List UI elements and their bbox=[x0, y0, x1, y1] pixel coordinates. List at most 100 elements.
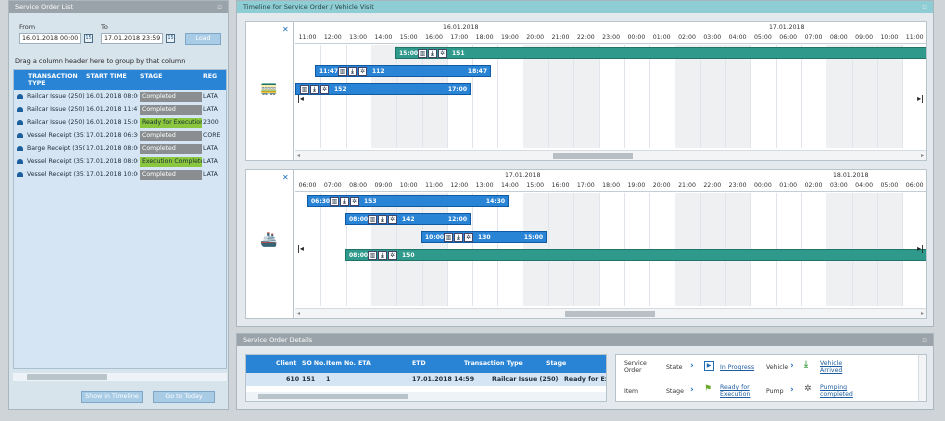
pump-icon: ✲ bbox=[388, 251, 397, 260]
nav-end-icon[interactable]: ▸| bbox=[917, 94, 924, 103]
stage-value[interactable]: Ready for Execution bbox=[720, 384, 754, 398]
pin-icon[interactable]: ▫ bbox=[922, 1, 927, 13]
reg-cell: LATA bbox=[203, 106, 218, 113]
column-header-transaction-type[interactable]: TRANSACTION TYPE bbox=[28, 70, 80, 90]
load-button[interactable]: Load bbox=[185, 33, 221, 45]
timeline-scrollbar[interactable]: ◂ ▸ bbox=[295, 150, 926, 160]
hour-header: 06:00 07:00 08:00 09:00 10:00 11:00 12:00 13:00… bbox=[295, 182, 926, 192]
hour-label: 01:00 bbox=[779, 182, 798, 189]
from-date-input[interactable]: 16.01.2018 00:00 bbox=[19, 33, 81, 44]
details-header: Service Order Details ▫ bbox=[237, 334, 933, 346]
bar-start-time: 11:47 bbox=[319, 68, 339, 75]
service-order-bar[interactable]: 15:00 ▥ ⤓ ✲ 151 bbox=[395, 47, 926, 59]
table-row[interactable]: Vessel Receipt (351) 17.01.2018 06:30 Comp… bbox=[14, 130, 226, 142]
grid-horizontal-scrollbar[interactable] bbox=[13, 373, 227, 381]
service-order-bar[interactable]: 08:00 ▥ ⤓ ✲ 142 12:00 bbox=[345, 213, 471, 225]
calendar-icon[interactable]: 15 bbox=[166, 34, 175, 43]
to-date-input[interactable]: 17.01.2018 23:59 bbox=[101, 33, 163, 44]
pump-value[interactable]: Pumping completed bbox=[820, 384, 856, 398]
hour-label: 09:00 bbox=[374, 182, 393, 189]
hour-label: 07:00 bbox=[804, 34, 823, 41]
close-icon[interactable]: ✕ bbox=[282, 25, 289, 34]
service-order-bar[interactable]: ▥ ⤓ ✲ 152 17:00 bbox=[295, 83, 471, 95]
transaction-type-cell: Vessel Receipt (351) bbox=[27, 171, 85, 178]
nav-end-icon[interactable]: ▸| bbox=[917, 244, 924, 253]
state-label: State bbox=[666, 364, 683, 371]
barcode-icon: ▥ bbox=[444, 233, 453, 242]
table-row[interactable]: 610 151 1 17.01.2018 14:59 Railcar Issue… bbox=[246, 373, 606, 386]
bar-end-time: 18:47 bbox=[467, 68, 487, 75]
details-horizontal-scrollbar[interactable] bbox=[246, 392, 606, 401]
transaction-type-cell: Vessel Receipt (351) bbox=[27, 132, 85, 139]
start-time-cell: 17.01.2018 10:00 bbox=[86, 171, 138, 178]
column-header-etd[interactable]: ETD bbox=[412, 355, 426, 373]
vehicle-value[interactable]: Vehicle Arrived bbox=[820, 360, 850, 374]
service-order-bar[interactable]: 06:30 ▥ ⤓ ✲ 153 14:30 bbox=[307, 195, 509, 207]
service-order-bar[interactable]: 10:00 ▥ ⤓ ✲ 130 15:00 bbox=[421, 231, 547, 243]
table-row[interactable]: Vessel Receipt (351) 17.01.2018 08:00 Exec… bbox=[14, 156, 226, 168]
timeline-grid: 15:00 ▥ ⤓ ✲ 151 11:47 ▥ ⤓ ✲ 112 18:47 ▥ ⤓ ✲ 152 17:00 bbox=[295, 45, 926, 148]
hour-label: 10:00 bbox=[399, 182, 418, 189]
hour-label: 20:00 bbox=[652, 182, 671, 189]
flow-vertical-scrollbar[interactable] bbox=[918, 355, 926, 401]
nav-start-icon[interactable]: |◂ bbox=[297, 244, 304, 253]
go-to-today-button[interactable]: Go to Today bbox=[153, 391, 215, 403]
timeline-panel: Timeline for Service Order / Vehicle Vis… bbox=[236, 0, 934, 327]
hour-label: 14:00 bbox=[500, 182, 519, 189]
start-time-cell: 16.01.2018 11:47 bbox=[86, 106, 138, 113]
hour-label: 22:00 bbox=[576, 34, 595, 41]
pump-icon: ✲ bbox=[358, 67, 367, 76]
start-time-cell: 17.01.2018 08:00 bbox=[86, 158, 138, 165]
close-icon[interactable]: ✕ bbox=[282, 173, 289, 182]
nav-start-icon[interactable]: |◂ bbox=[297, 94, 304, 103]
pin-icon[interactable]: ▫ bbox=[922, 334, 927, 346]
column-header-so-no[interactable]: SO No. bbox=[302, 355, 326, 373]
timeline-area[interactable]: 16.01.2018 17.01.2018 11:00 12:00 13:00 14:… bbox=[295, 22, 926, 160]
table-row[interactable]: Railcar Issue (250) 16.01.2018 15:00 Ready… bbox=[14, 117, 226, 129]
bar-label: 130 bbox=[478, 234, 491, 241]
state-value[interactable]: In Progress bbox=[720, 364, 754, 371]
scrollbar-thumb[interactable] bbox=[553, 153, 633, 159]
barcode-icon: ▥ bbox=[330, 197, 339, 206]
service-order-bar[interactable]: 08:00 ▥ ⤓ ✲ 150 bbox=[345, 249, 926, 261]
bar-label: 152 bbox=[334, 86, 347, 93]
timeline-grid: 06:30 ▥ ⤓ ✲ 153 14:30 08:00 ▥ ⤓ ✲ 142 12:00 10:00 ▥ ⤓ ✲… bbox=[295, 193, 926, 306]
scrollbar-thumb[interactable] bbox=[565, 311, 655, 317]
from-label: From bbox=[19, 23, 36, 31]
timeline-scrollbar[interactable]: ◂ ▸ bbox=[295, 308, 926, 318]
show-in-timeline-button[interactable]: Show in Timeline bbox=[81, 391, 143, 403]
table-row[interactable]: Vessel Receipt (351) 17.01.2018 10:00 Comp… bbox=[14, 169, 226, 181]
status-flow: Service Order State › ▶ In Progress Vehi… bbox=[615, 354, 927, 402]
vehicle-column: ✕ 🚢 bbox=[246, 170, 294, 318]
start-time-cell: 17.01.2018 08:00 bbox=[86, 145, 138, 152]
column-header-stage[interactable]: STAGE bbox=[140, 70, 194, 90]
column-header-eta[interactable]: ETA bbox=[358, 355, 371, 373]
start-time-cell: 17.01.2018 06:30 bbox=[86, 132, 138, 139]
vehicle-state-icon: ⤓ bbox=[454, 233, 463, 242]
details-grid: Client SO No. Item No. ETA ETD Transacti… bbox=[245, 354, 607, 402]
hour-label: 18:00 bbox=[475, 34, 494, 41]
barcode-icon: ▥ bbox=[368, 215, 377, 224]
service-order-label: Service Order bbox=[624, 360, 647, 374]
column-header-stage[interactable]: Stage bbox=[546, 355, 566, 373]
calendar-icon[interactable]: 15 bbox=[84, 34, 93, 43]
timeline-area[interactable]: 17.01.2018 18.01.2018 06:00 07:00 08:00 09:… bbox=[295, 170, 926, 318]
scrollbar-thumb[interactable] bbox=[27, 374, 107, 380]
column-header-start-time[interactable]: START TIME bbox=[86, 70, 134, 90]
chevron-right-icon: › bbox=[790, 361, 794, 371]
barcode-icon: ▥ bbox=[300, 85, 309, 94]
service-order-grid: TRANSACTION TYPE START TIME STAGE REG Ra… bbox=[13, 69, 227, 369]
scrollbar-thumb[interactable] bbox=[258, 394, 408, 399]
service-order-bar[interactable]: 11:47 ▥ ⤓ ✲ 112 18:47 bbox=[315, 65, 491, 77]
table-row[interactable]: Railcar Issue (250) 16.01.2018 08:00 Compl… bbox=[14, 91, 226, 103]
column-header-reg[interactable]: REG bbox=[203, 70, 226, 90]
bar-end-time: 12:00 bbox=[447, 216, 467, 223]
transaction-type-icon bbox=[17, 94, 23, 99]
column-header-item-no[interactable]: Item No. bbox=[326, 355, 356, 373]
table-row[interactable]: Barge Receipt (350) 17.01.2018 08:00 Compl… bbox=[14, 143, 226, 155]
hour-label: 21:00 bbox=[551, 34, 570, 41]
column-header-transaction-type[interactable]: Transaction Type bbox=[464, 355, 523, 373]
column-header-client[interactable]: Client bbox=[276, 355, 296, 373]
table-row[interactable]: Railcar Issue (250) 16.01.2018 11:47 Compl… bbox=[14, 104, 226, 116]
pin-icon[interactable]: ▫ bbox=[217, 1, 222, 13]
